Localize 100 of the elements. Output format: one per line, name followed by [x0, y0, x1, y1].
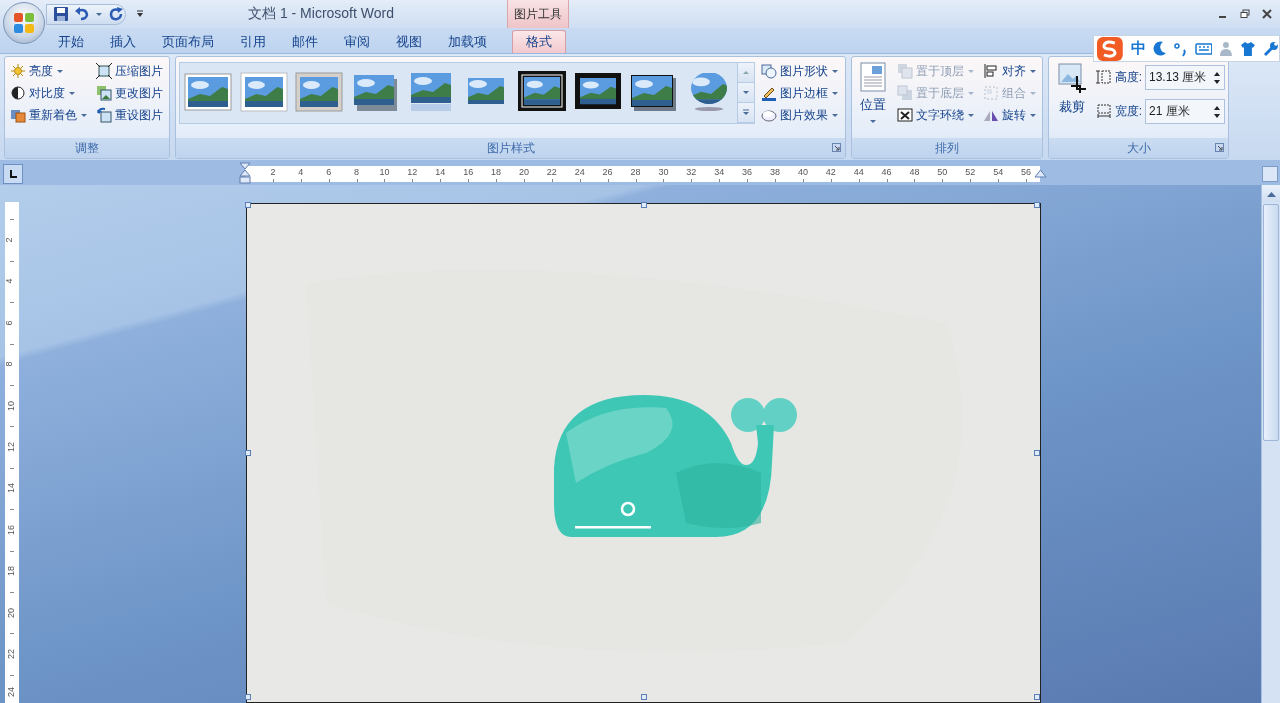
ruler-number: 6 [326, 166, 332, 177]
tab-selector-button[interactable] [3, 163, 23, 184]
ruler-number: 54 [993, 166, 1004, 177]
ruler-number: 44 [853, 166, 864, 177]
shirt-icon[interactable] [1240, 40, 1257, 57]
large-ribbon-button[interactable]: 位置 [855, 60, 891, 138]
close-icon[interactable] [1262, 9, 1272, 19]
ruler-number: 40 [797, 166, 808, 177]
redo-icon[interactable] [108, 6, 124, 22]
ruler-number: 8 [354, 166, 360, 177]
group-icon [983, 85, 999, 101]
field-label: 宽度: [1114, 102, 1142, 120]
ruler-number: 14 [435, 166, 446, 177]
ribbon-button[interactable]: 重设图片 [94, 104, 165, 126]
group-title: 调整 [75, 139, 99, 157]
recolor-icon [10, 107, 26, 123]
field-label: 高度: [1114, 68, 1142, 86]
effects-icon [761, 107, 777, 123]
ribbon-button[interactable]: 压缩图片 [94, 60, 165, 82]
ruler-number: 48 [909, 166, 920, 177]
input-mode-indicator[interactable]: 中 [1130, 39, 1146, 58]
restore-icon[interactable] [1240, 9, 1250, 19]
ribbon-tab[interactable]: 插入 [97, 30, 149, 53]
pencil-icon [761, 85, 777, 101]
resize-handle[interactable] [245, 202, 251, 208]
resize-handle[interactable] [245, 450, 251, 456]
ribbon-button[interactable]: 更改图片 [94, 82, 165, 104]
landscape-thumbnail-icon [518, 71, 567, 112]
dialog-launcher-icon[interactable] [832, 143, 841, 152]
save-icon[interactable] [53, 6, 69, 22]
resize-handle[interactable] [1034, 202, 1040, 208]
ruler-number: 8 [3, 361, 14, 367]
resize-handle[interactable] [245, 694, 251, 700]
scrollbar-thumb[interactable] [1263, 204, 1279, 441]
ruler-number: 46 [881, 166, 892, 177]
resize-handle[interactable] [641, 694, 647, 700]
ribbon-tab[interactable]: 审阅 [331, 30, 383, 53]
right-indent-marker-icon[interactable] [1034, 168, 1047, 178]
window-title: 文档 1 - Microsoft Word [248, 5, 394, 23]
ribbon-button[interactable]: 对比度 [8, 82, 90, 104]
height-icon [1095, 69, 1112, 85]
ribbon-button[interactable]: 图片效果 [759, 104, 841, 126]
ruler-number: 22 [6, 649, 16, 659]
wrench-icon[interactable] [1263, 40, 1279, 57]
resize-handle[interactable] [641, 202, 647, 208]
scroll-up-icon[interactable] [1266, 190, 1276, 197]
resize-handle[interactable] [1034, 450, 1040, 456]
ruler-number: 52 [965, 166, 976, 177]
ribbon-button[interactable]: 文字环绕 [895, 104, 977, 126]
ribbon-tab[interactable]: 邮件 [279, 30, 331, 53]
page-position-icon [860, 62, 886, 92]
ribbon-tab[interactable]: 视图 [383, 30, 435, 53]
ruler-number: 36 [742, 166, 753, 177]
dialog-launcher-icon[interactable] [1215, 143, 1224, 152]
ruler-number: 12 [407, 166, 418, 177]
ribbon-button[interactable]: 重新着色 [8, 104, 90, 126]
ruler-number: 26 [602, 166, 613, 177]
text-wrap-icon [897, 107, 913, 123]
contextual-tab-label: 图片工具 [507, 0, 569, 28]
ribbon-button[interactable]: 亮度 [8, 60, 90, 82]
keyboard-icon[interactable] [1194, 41, 1213, 56]
ruler-number: 4 [3, 278, 14, 284]
ribbon-tab[interactable]: 加载项 [435, 30, 500, 53]
ribbon-tab[interactable]: 格式 [512, 30, 566, 53]
reset-picture-icon [96, 107, 112, 123]
customize-toolbar-icon[interactable] [136, 10, 144, 18]
ribbon-button[interactable]: 图片边框 [759, 82, 841, 104]
scroll-down-icon[interactable] [742, 89, 751, 96]
large-ribbon-button[interactable]: 裁剪 [1052, 60, 1092, 138]
ruler-number: 24 [574, 166, 585, 177]
shapes-icon [761, 63, 777, 79]
ruler-number: 38 [770, 166, 780, 177]
size-field[interactable]: 21 厘米 [1145, 98, 1225, 124]
ribbon-tab[interactable]: 开始 [45, 30, 97, 53]
ruler-number: 28 [630, 166, 641, 177]
ribbon-button[interactable]: 图片形状 [759, 60, 841, 82]
ruler-number: 18 [6, 566, 16, 577]
office-logo-icon [12, 11, 36, 35]
ruler-number: 50 [937, 166, 948, 177]
indent-marker-icon[interactable] [239, 161, 251, 184]
vertical-scrollbar[interactable] [1261, 185, 1280, 703]
undo-icon[interactable] [74, 6, 90, 22]
crop-icon [1056, 62, 1087, 94]
change-picture-icon [96, 85, 112, 101]
ruler-number: 12 [6, 442, 16, 452]
ribbon-button[interactable]: 对齐 [981, 60, 1039, 82]
ruler-number: 42 [825, 166, 836, 177]
punctuation-icon[interactable] [1173, 40, 1188, 57]
ime-logo-icon[interactable] [1096, 35, 1124, 62]
more-options-icon[interactable] [742, 109, 751, 116]
resize-handle[interactable] [1034, 694, 1040, 700]
ribbon-tab[interactable]: 引用 [227, 30, 279, 53]
caret-icon[interactable] [95, 11, 103, 17]
bring-forward-icon [897, 63, 913, 79]
ruler-number: 24 [6, 687, 16, 697]
size-field[interactable]: 13.13 厘米 [1145, 64, 1225, 90]
ribbon-button[interactable]: 旋转 [981, 104, 1039, 126]
ribbon-tab[interactable]: 页面布局 [149, 30, 227, 53]
ruler-number: 4 [298, 166, 304, 177]
moon-icon[interactable] [1152, 40, 1167, 57]
